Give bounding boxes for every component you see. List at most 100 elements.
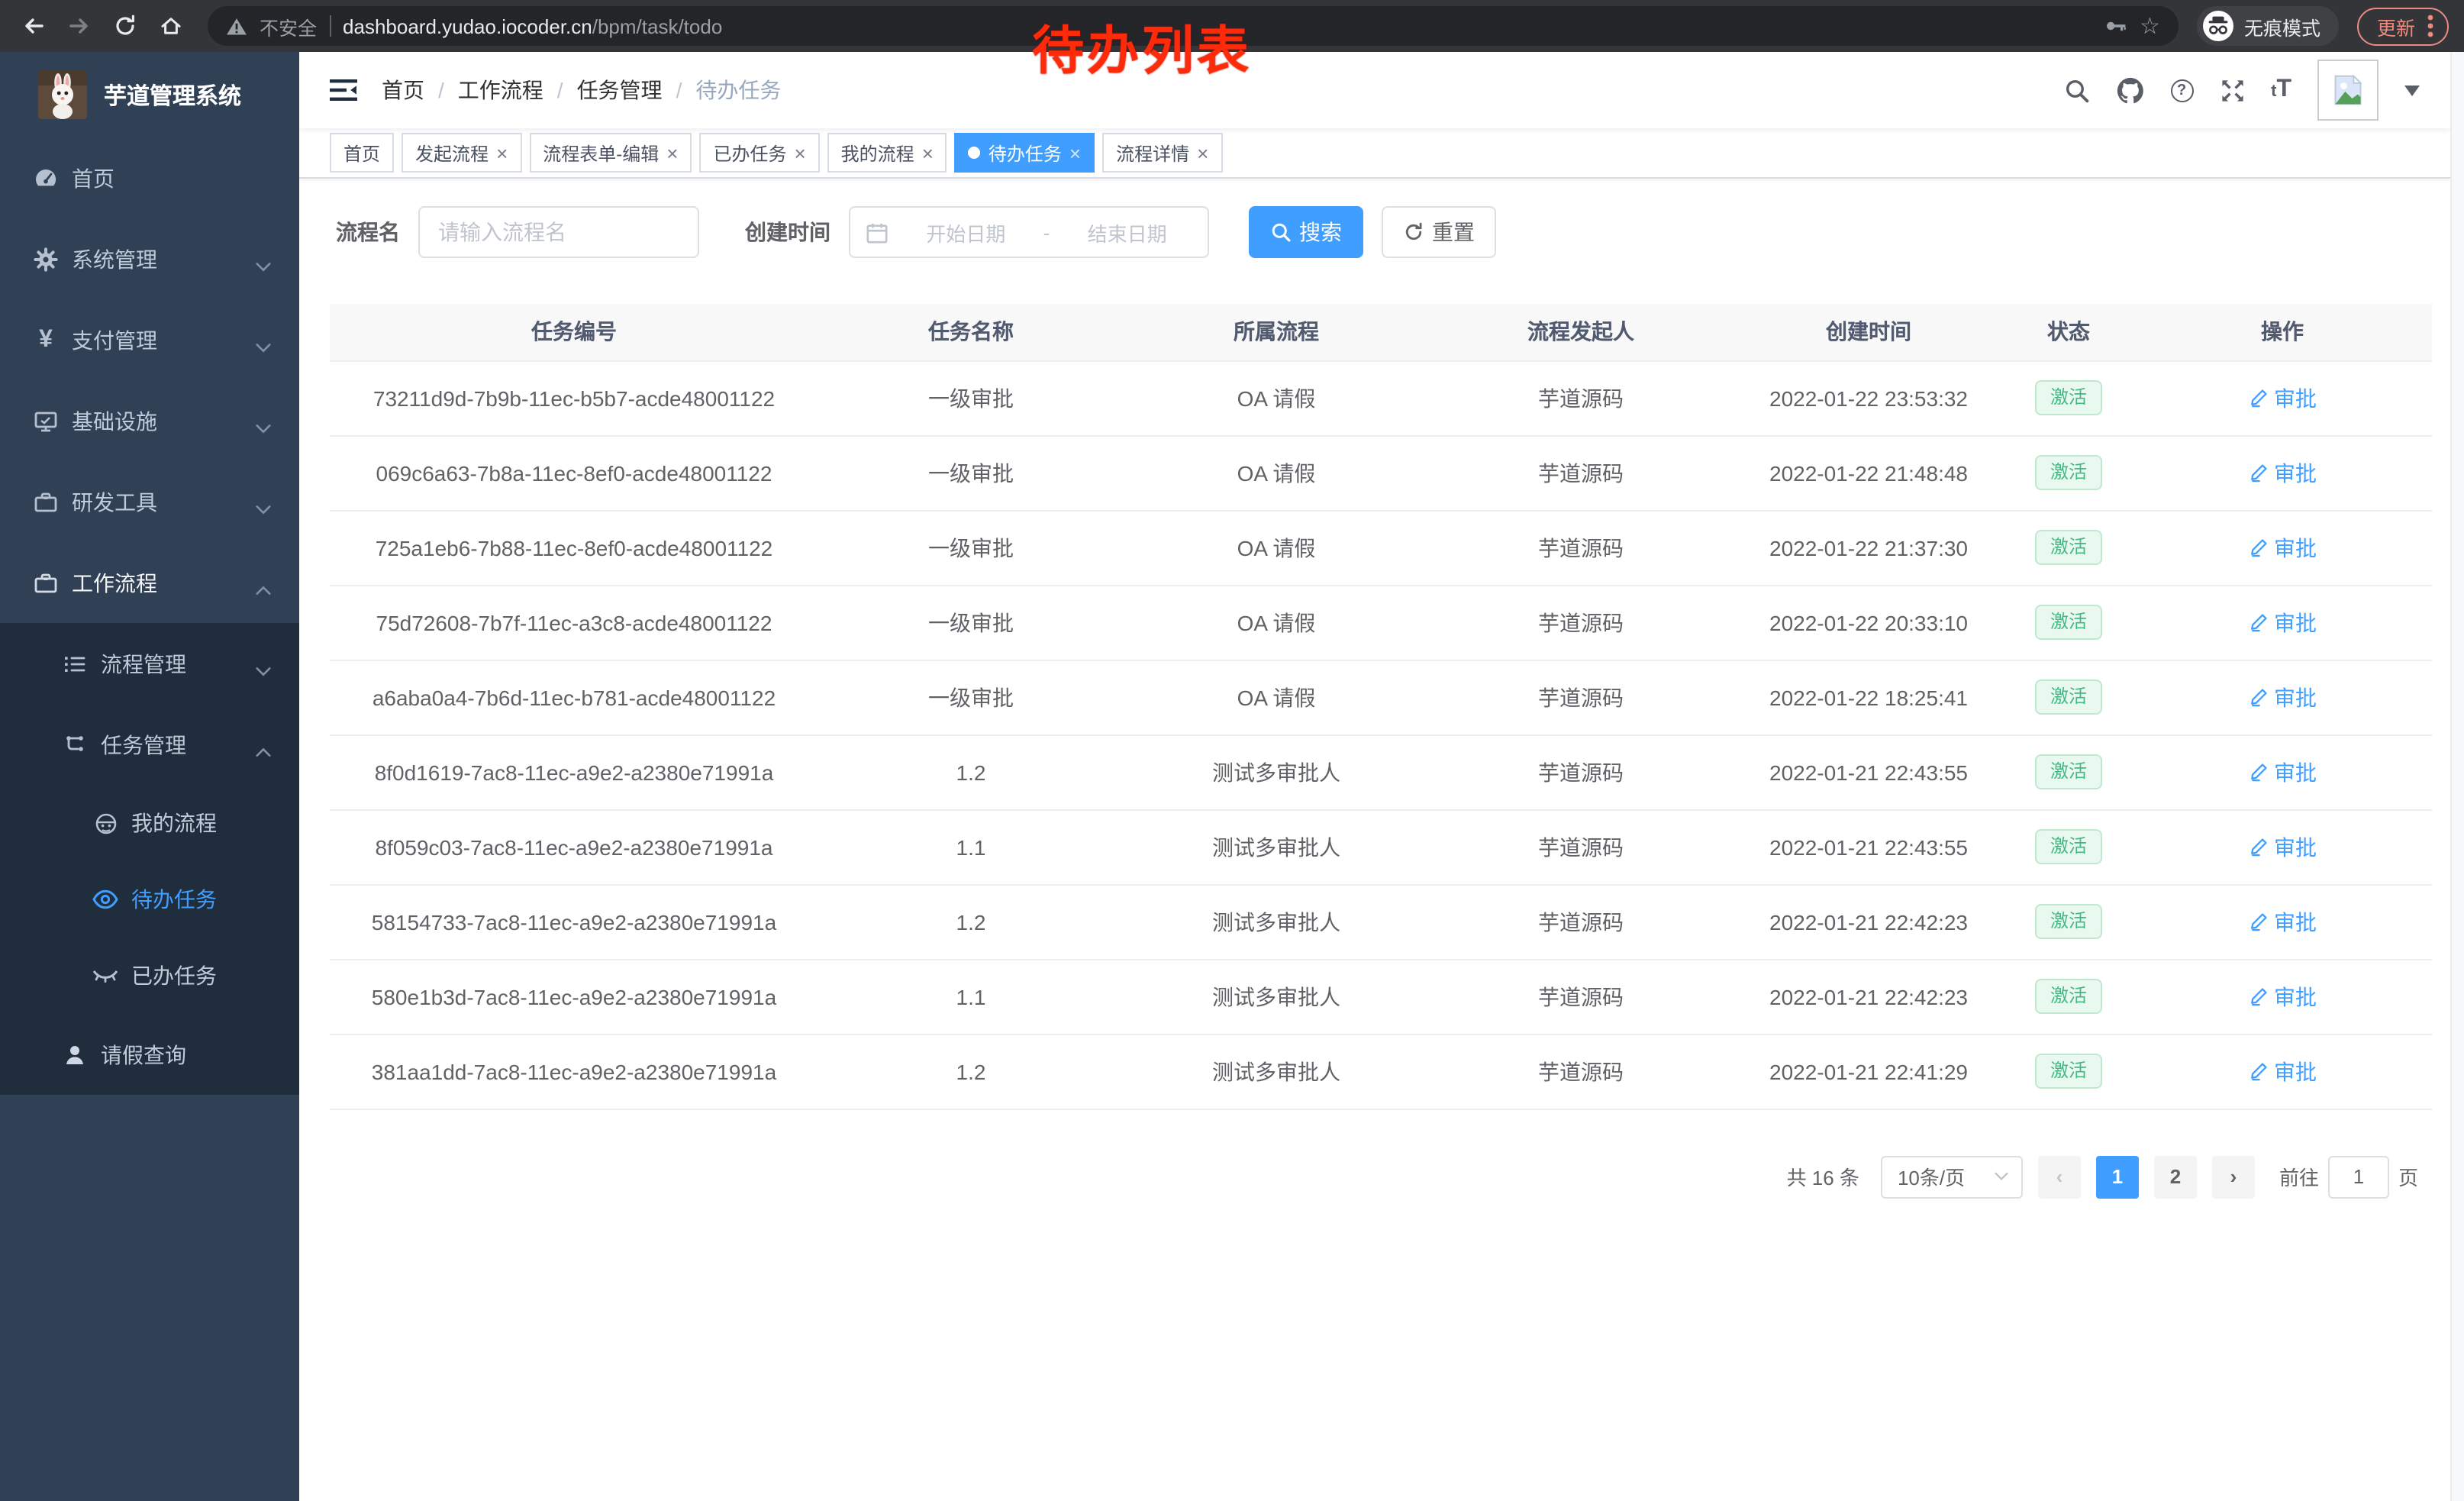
approve-link[interactable]: 审批 (2248, 831, 2317, 862)
tab-label: 流程表单-编辑 (543, 140, 659, 166)
approve-link[interactable]: 审批 (2248, 532, 2317, 563)
browser-forward-icon[interactable] (61, 8, 98, 44)
browser-home-icon[interactable] (153, 8, 189, 44)
sidebar-item-system[interactable]: 系统管理 (0, 218, 299, 299)
breadcrumb-item[interactable]: 工作流程 (458, 75, 543, 105)
sidebar-item-process-management[interactable]: 流程管理 (0, 623, 299, 704)
approve-link[interactable]: 审批 (2248, 457, 2317, 488)
approve-link[interactable]: 审批 (2248, 1056, 2317, 1086)
table-row: 75d72608-7b7f-11ec-a3c8-acde48001122一级审批… (330, 585, 2432, 660)
sidebar-item-devtools[interactable]: 研发工具 (0, 461, 299, 542)
cell-name: 一级审批 (818, 435, 1124, 510)
column-header: 任务名称 (818, 304, 1124, 360)
github-icon[interactable] (2115, 76, 2144, 105)
search-icon[interactable] (2063, 77, 2089, 103)
toolbox-icon (32, 570, 60, 595)
tab-label: 首页 (343, 140, 380, 166)
tab[interactable]: 流程详情 × (1102, 133, 1222, 173)
search-button[interactable]: 搜索 (1249, 206, 1363, 258)
tab-label: 流程详情 (1116, 140, 1189, 166)
tab-close-icon[interactable]: × (1197, 143, 1208, 163)
tab[interactable]: 流程表单-编辑 × (529, 133, 692, 173)
breadcrumb-item[interactable]: 首页 (382, 75, 424, 105)
tab[interactable]: 首页 (330, 133, 394, 173)
sidebar-item-done-tasks[interactable]: 已办任务 (0, 938, 299, 1014)
approve-link[interactable]: 审批 (2248, 383, 2317, 413)
browser-update-button[interactable]: 更新 (2357, 7, 2449, 45)
tab-close-icon[interactable]: × (666, 143, 678, 163)
tab[interactable]: 待办任务× (955, 133, 1095, 173)
table-header: 任务编号 任务名称 所属流程 流程发起人 创建时间 状态 操作 (330, 304, 2432, 360)
chevron-down-icon (255, 657, 272, 682)
cell-action: 审批 (2133, 734, 2432, 809)
chevron-up-icon (255, 576, 272, 601)
cell-name: 一级审批 (818, 510, 1124, 585)
column-header: 所属流程 (1124, 304, 1429, 360)
chevron-down-icon (255, 415, 272, 439)
bookmark-star-icon[interactable]: ☆ (2140, 15, 2160, 37)
page-size-select[interactable]: 10条/页 (1881, 1155, 2023, 1198)
approve-link-label: 审批 (2274, 831, 2317, 862)
approve-link[interactable]: 审批 (2248, 906, 2317, 937)
sidebar-item-home[interactable]: 首页 (0, 137, 299, 218)
page-scrollbar[interactable] (2450, 52, 2464, 1501)
password-key-icon[interactable] (2103, 14, 2127, 38)
cell-action: 审批 (2133, 959, 2432, 1034)
cell-status: 激活 (2004, 809, 2133, 884)
next-page-button[interactable]: › (2212, 1155, 2255, 1198)
cell-status: 激活 (2004, 510, 2133, 585)
cell-status: 激活 (2004, 660, 2133, 734)
date-range-picker[interactable]: 开始日期 - 结束日期 (849, 206, 1209, 258)
robot-icon (92, 810, 119, 836)
workflow-submenu: 流程管理 任务管理 我的流程 待办任务 已办任务 请假 (0, 623, 299, 1095)
approve-link[interactable]: 审批 (2248, 607, 2317, 638)
column-header: 状态 (2004, 304, 2133, 360)
range-separator: - (1043, 221, 1050, 244)
tab[interactable]: 发起流程× (402, 133, 521, 173)
help-icon[interactable]: ? (2170, 79, 2193, 102)
avatar-caret-icon[interactable] (2404, 85, 2420, 95)
sidebar-item-task-management[interactable]: 任务管理 (0, 704, 299, 785)
tab[interactable]: 已办任务× (699, 133, 819, 173)
sidebar-collapse-icon[interactable] (330, 78, 357, 102)
breadcrumb-item: 待办任务 (695, 75, 781, 105)
prev-page-button[interactable]: ‹ (2038, 1155, 2081, 1198)
chevron-up-icon (255, 738, 272, 763)
approve-link[interactable]: 审批 (2248, 981, 2317, 1012)
page-button-2[interactable]: 2 (2154, 1155, 2197, 1198)
browser-back-icon[interactable] (15, 8, 52, 44)
browser-menu-icon[interactable] (2427, 14, 2433, 38)
cell-action: 审批 (2133, 435, 2432, 510)
sidebar-item-todo-tasks[interactable]: 待办任务 (0, 861, 299, 938)
app-logo (38, 70, 87, 119)
sidebar-item-leave-query[interactable]: 请假查询 (0, 1014, 299, 1095)
tab-close-icon[interactable]: × (496, 143, 508, 163)
avatar[interactable] (2317, 60, 2379, 121)
tab-close-icon[interactable]: × (1069, 143, 1081, 163)
column-header: 任务编号 (330, 304, 818, 360)
status-badge: 激活 (2035, 978, 2102, 1014)
security-warning-icon (226, 16, 247, 36)
font-size-icon[interactable]: tT (2271, 76, 2291, 104)
process-name-input[interactable] (418, 206, 699, 258)
cell-name: 一级审批 (818, 660, 1124, 734)
fullscreen-icon[interactable] (2219, 77, 2245, 103)
page-button-1[interactable]: 1 (2096, 1155, 2139, 1198)
sidebar-item-my-process[interactable]: 我的流程 (0, 785, 299, 861)
reset-button[interactable]: 重置 (1382, 206, 1496, 258)
sidebar-item-payment[interactable]: ¥ 支付管理 (0, 299, 299, 380)
approve-link[interactable]: 审批 (2248, 757, 2317, 787)
approve-link[interactable]: 审批 (2248, 682, 2317, 712)
sidebar-item-infrastructure[interactable]: 基础设施 (0, 380, 299, 461)
tab-close-icon[interactable]: × (794, 143, 805, 163)
tab[interactable]: 我的流程× (827, 133, 947, 173)
tab-close-icon[interactable]: × (922, 143, 934, 163)
chevron-down-icon (255, 334, 272, 358)
goto-page-input[interactable] (2328, 1155, 2389, 1198)
eye-icon (92, 889, 119, 910)
sidebar-item-workflow[interactable]: 工作流程 (0, 542, 299, 623)
breadcrumb-item[interactable]: 任务管理 (577, 75, 663, 105)
chevron-down-icon (255, 495, 272, 520)
table-row: 381aa1dd-7ac8-11ec-a9e2-a2380e71991a1.2测… (330, 1034, 2432, 1109)
browser-reload-icon[interactable] (107, 8, 144, 44)
